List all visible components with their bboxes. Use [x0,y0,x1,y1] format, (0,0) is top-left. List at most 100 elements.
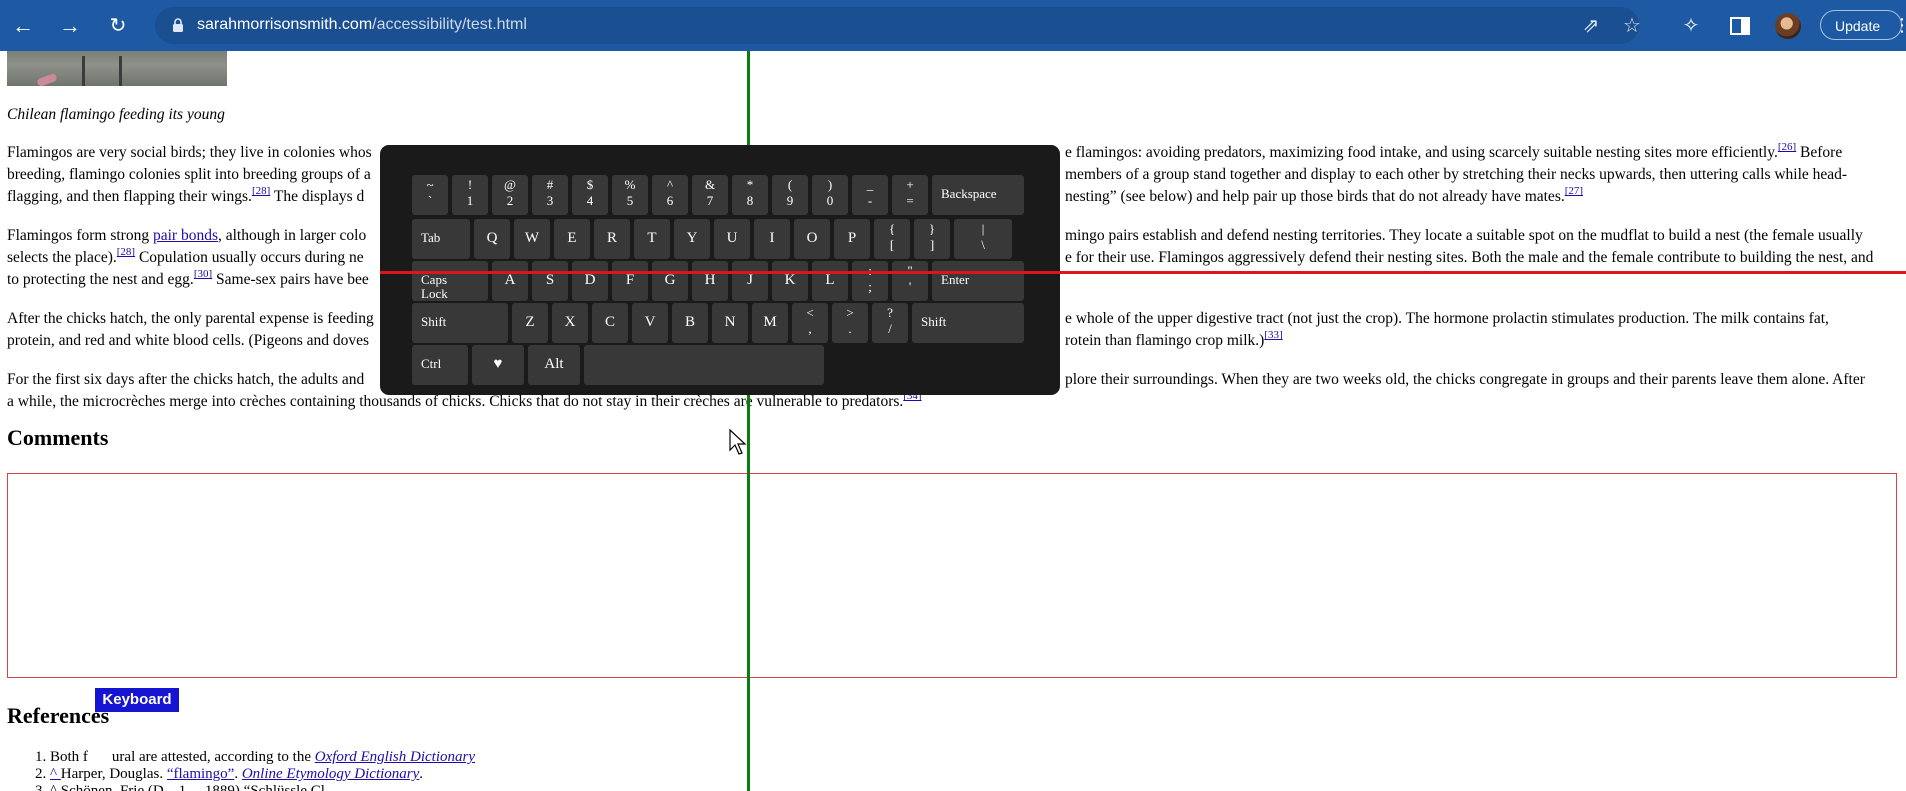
key-f[interactable]: F [612,261,648,301]
key-e[interactable]: E [554,219,590,259]
key-w[interactable]: W [514,219,550,259]
key-t[interactable]: T [634,219,670,259]
key-symbol-3[interactable]: @2 [492,175,528,215]
key-bottom-label: 3 [546,193,554,208]
key-shift[interactable]: Shift [412,303,508,343]
key-v[interactable]: V [632,303,668,343]
key-b[interactable]: B [672,303,708,343]
key-m[interactable]: M [752,303,788,343]
bookmark-star-icon[interactable]: ☆ [1621,15,1643,37]
more-menu-icon[interactable]: ⋮ [1893,13,1906,37]
url-domain: sarahmorrisonsmith.com [197,16,373,33]
key-ctrl[interactable]: Ctrl [412,345,468,385]
key-g[interactable]: G [652,261,688,301]
citation-link[interactable]: [28] [252,185,270,197]
extensions-puzzle-icon[interactable]: ✧ [1678,13,1704,39]
key-space[interactable] [584,345,824,385]
key-p[interactable]: P [834,219,870,259]
key-symbol-2[interactable]: ! 1 [452,175,488,215]
side-panel-icon[interactable] [1727,13,1753,39]
key-symbol-9[interactable]: <, [792,303,828,343]
key-k[interactable]: K [772,261,808,301]
key-a[interactable]: A [492,261,528,301]
profile-avatar[interactable] [1775,13,1801,39]
share-icon[interactable]: ⇗ [1580,15,1602,37]
key-r[interactable]: R [594,219,630,259]
key-z[interactable]: Z [512,303,548,343]
key-symbol-1[interactable]: ~ ` [412,175,448,215]
reference-link[interactable]: “flamingo” [167,766,234,782]
citation-link[interactable]: [27] [1565,185,1583,197]
key-alt[interactable]: Alt [528,345,580,385]
key-symbol-13[interactable]: }] [914,219,950,259]
reference-link[interactable]: Oxford English Dictionary [315,749,475,765]
key-u[interactable]: U [714,219,750,259]
key-c[interactable]: C [592,303,628,343]
key-heart[interactable]: ♥ [472,345,524,385]
key-symbol-12[interactable]: _ - [852,175,888,215]
key-top-label: $ [586,177,594,192]
key-j[interactable]: J [732,261,768,301]
on-screen-keyboard: ~ `! 1 @2 #3 $4% 5 ^ 6 & 7 * 8(9) 0 _ - + = Backspace Tab Q W… [380,145,1060,395]
key-symbol-9[interactable]: * 8 [732,175,768,215]
text: a while, the microcrèches merge into crè… [7,393,904,410]
key-label: Caps Lock [421,272,448,301]
key-backspace[interactable]: Backspace [932,175,1024,215]
key-bottom-label: [ [889,237,895,252]
back-link[interactable]: ^ [50,766,61,782]
key-q[interactable]: Q [474,219,510,259]
key-i[interactable]: I [754,219,790,259]
comments-textarea[interactable] [7,473,1897,678]
citation-link[interactable]: [28] [117,246,135,258]
key-symbol-14[interactable]: | \ [954,219,1012,259]
key-symbol-5[interactable]: $4 [572,175,608,215]
key-symbol-11[interactable]: ? / [872,303,908,343]
key-symbol-4[interactable]: #3 [532,175,568,215]
reference-item: ^ Harper, Douglas. “flamingo”. Online Et… [50,766,475,783]
key-top-label: + [906,177,914,192]
citation-link[interactable]: [26] [1778,141,1796,153]
citation-link[interactable]: [30] [194,268,212,280]
key-enter[interactable]: Enter [932,261,1024,301]
key-bottom-label: ' [908,279,912,294]
key-o[interactable]: O [794,219,830,259]
key-x[interactable]: X [552,303,588,343]
key-shift[interactable]: Shift [912,303,1024,343]
key-l[interactable]: L [812,261,848,301]
key-top-label: * [746,177,754,192]
key-symbol-10[interactable]: (9 [772,175,808,215]
update-button[interactable]: Update [1820,10,1902,40]
key-top-label: & [704,177,716,192]
forward-arrow-icon[interactable]: → [53,9,87,43]
key-symbol-11[interactable]: :; [852,261,888,301]
key-h[interactable]: H [692,261,728,301]
key-top-label: | [981,221,985,236]
keyboard-toggle-button[interactable]: Keyboard [95,688,179,712]
text: e for their use. Flamingos aggressively … [1065,249,1874,266]
key-caps-lock[interactable]: Caps Lock [412,261,488,301]
citation-link[interactable]: [33] [1264,329,1282,341]
key-bottom-label: - [867,193,873,208]
key-tab[interactable]: Tab [412,219,470,259]
key-symbol-12[interactable]: {[ [874,219,910,259]
reference-link[interactable]: Online Etymology Dictionary [242,766,419,782]
reload-icon[interactable]: ↻ [101,9,135,43]
back-arrow-icon[interactable]: ← [6,9,40,43]
key-symbol-12[interactable]: "' [892,261,928,301]
address-bar[interactable]: sarahmorrisonsmith.com/accessibility/tes… [155,7,1641,44]
key-symbol-13[interactable]: + = [892,175,928,215]
key-symbol-10[interactable]: >. [832,303,868,343]
key-n[interactable]: N [712,303,748,343]
key-symbol-6[interactable]: % 5 [612,175,648,215]
url-path: /accessibility/test.html [372,16,527,33]
key-symbol-7[interactable]: ^ 6 [652,175,688,215]
pair-bonds-link[interactable]: pair bonds [153,227,218,244]
text: , although in larger colo [217,227,367,244]
key-y[interactable]: Y [674,219,710,259]
key-s[interactable]: S [532,261,568,301]
key-label: R [606,230,617,246]
key-symbol-8[interactable]: & 7 [692,175,728,215]
key-label: O [806,230,818,246]
key-d[interactable]: D [572,261,608,301]
key-symbol-11[interactable]: ) 0 [812,175,848,215]
